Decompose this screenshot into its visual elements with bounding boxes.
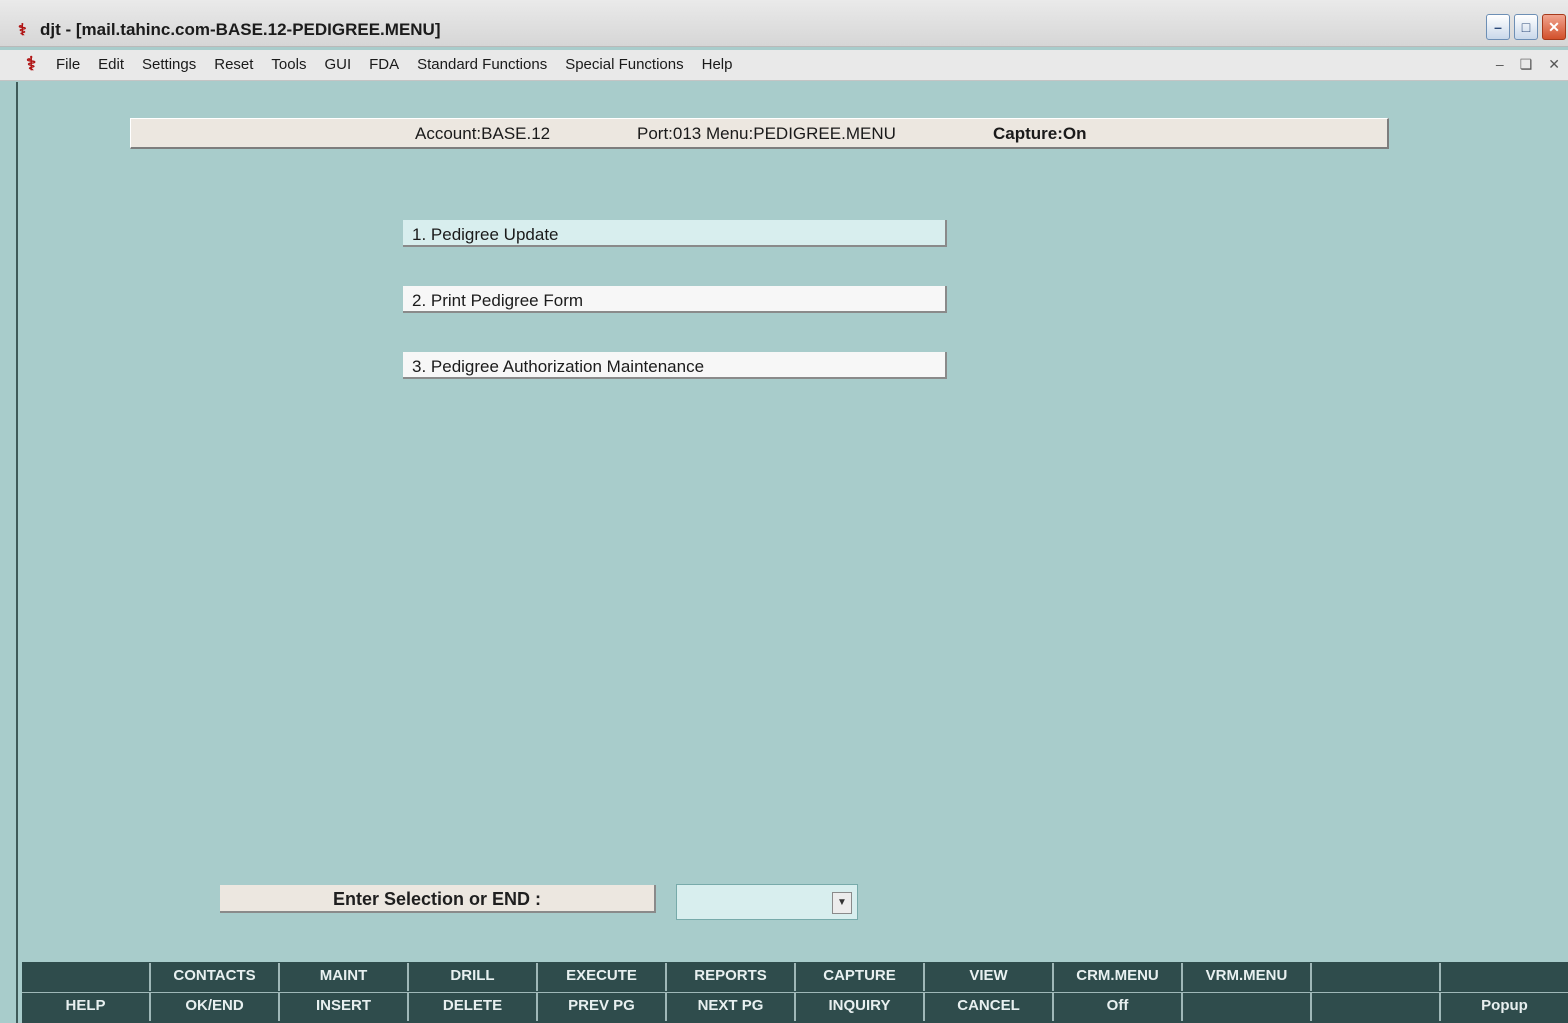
menu-help[interactable]: Help <box>702 56 733 73</box>
menu-standard-functions[interactable]: Standard Functions <box>417 56 547 73</box>
menu-gui[interactable]: GUI <box>324 56 351 73</box>
fkey-maint[interactable]: MAINT <box>280 963 409 991</box>
fkey-insert[interactable]: INSERT <box>280 993 409 1021</box>
session-status-bar: Account:BASE.12 Port:013 Menu:PEDIGREE.M… <box>130 118 1389 149</box>
caduceus-menu-icon[interactable]: ⚕ <box>26 53 36 76</box>
mdi-close-icon[interactable]: ✕ <box>1548 56 1560 73</box>
menu-option-2[interactable]: 2. Print Pedigree Form <box>403 286 947 313</box>
mdi-restore-icon[interactable]: ❏ <box>1520 56 1533 73</box>
fkey-view[interactable]: VIEW <box>925 963 1054 991</box>
fkey-contacts[interactable]: CONTACTS <box>151 963 280 991</box>
fkey-vrm-menu[interactable]: VRM.MENU <box>1183 963 1312 991</box>
menu-option-3[interactable]: 3. Pedigree Authorization Maintenance <box>403 352 947 379</box>
fkey-delete[interactable]: DELETE <box>409 993 538 1021</box>
fkey-help[interactable]: HELP <box>22 993 151 1021</box>
fkey-execute[interactable]: EXECUTE <box>538 963 667 991</box>
fkey-cancel[interactable]: CANCEL <box>925 993 1054 1021</box>
menu-file[interactable]: File <box>56 56 80 73</box>
window-controls: – □ ✕ <box>1486 14 1566 40</box>
function-key-row-bottom: HELP OK/END INSERT DELETE PREV PG NEXT P… <box>22 992 1568 1021</box>
fkey-off[interactable]: Off <box>1054 993 1183 1021</box>
mdi-controls: – ❏ ✕ <box>1496 56 1560 73</box>
dropdown-icon[interactable]: ▼ <box>832 892 852 914</box>
menu-special-functions[interactable]: Special Functions <box>565 56 683 73</box>
fkey-prev-pg[interactable]: PREV PG <box>538 993 667 1021</box>
menu-fda[interactable]: FDA <box>369 56 399 73</box>
caduceus-icon: ⚕ <box>18 22 27 39</box>
selection-prompt: Enter Selection or END : <box>220 885 656 913</box>
port-menu-label: Port:013 Menu:PEDIGREE.MENU <box>637 124 896 143</box>
fkey-ok-end[interactable]: OK/END <box>151 993 280 1021</box>
capture-label: Capture:On <box>993 124 1087 143</box>
fkey-popup[interactable]: Popup <box>1441 993 1568 1021</box>
fkey-crm-menu[interactable]: CRM.MENU <box>1054 963 1183 991</box>
fkey-bottom-10[interactable] <box>1183 993 1312 1021</box>
fkey-drill[interactable]: DRILL <box>409 963 538 991</box>
menu-option-1[interactable]: 1. Pedigree Update <box>403 220 947 247</box>
function-key-bar: CONTACTS MAINT DRILL EXECUTE REPORTS CAP… <box>22 962 1568 1023</box>
function-key-row-top: CONTACTS MAINT DRILL EXECUTE REPORTS CAP… <box>22 963 1568 991</box>
menu-settings[interactable]: Settings <box>142 56 196 73</box>
selection-input[interactable] <box>676 884 858 920</box>
account-label: Account:BASE.12 <box>415 124 551 143</box>
maximize-button[interactable]: □ <box>1514 14 1538 40</box>
fkey-top-11[interactable] <box>1312 963 1441 991</box>
menu-edit[interactable]: Edit <box>98 56 124 73</box>
fkey-top-12[interactable] <box>1441 963 1568 991</box>
menu-items: File Edit Settings Reset Tools GUI FDA S… <box>56 56 732 73</box>
minimize-button[interactable]: – <box>1486 14 1510 40</box>
menu-tools[interactable]: Tools <box>271 56 306 73</box>
window-title: djt - [mail.tahinc.com-BASE.12-PEDIGREE.… <box>40 20 441 39</box>
menu-bar: ⚕ File Edit Settings Reset Tools GUI FDA… <box>0 50 1568 81</box>
fkey-top-1[interactable] <box>22 963 151 991</box>
close-button[interactable]: ✕ <box>1542 14 1566 40</box>
mdi-minimize-icon[interactable]: – <box>1496 56 1504 73</box>
menu-reset[interactable]: Reset <box>214 56 253 73</box>
fkey-capture[interactable]: CAPTURE <box>796 963 925 991</box>
fkey-reports[interactable]: REPORTS <box>667 963 796 991</box>
fkey-inquiry[interactable]: INQUIRY <box>796 993 925 1021</box>
fkey-next-pg[interactable]: NEXT PG <box>667 993 796 1021</box>
window-title-bar: ⚕ djt - [mail.tahinc.com-BASE.12-PEDIGRE… <box>0 0 1568 47</box>
fkey-bottom-11[interactable] <box>1312 993 1441 1021</box>
